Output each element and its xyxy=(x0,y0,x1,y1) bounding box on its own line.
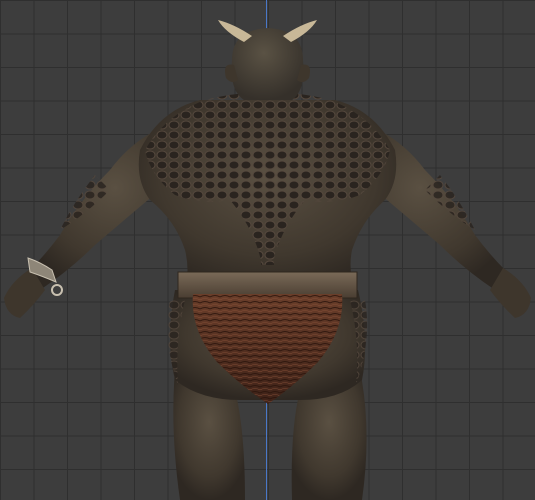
orc-model xyxy=(4,20,531,500)
left-horn xyxy=(218,20,252,42)
right-horn xyxy=(283,20,317,42)
3d-viewport[interactable] xyxy=(0,0,535,500)
